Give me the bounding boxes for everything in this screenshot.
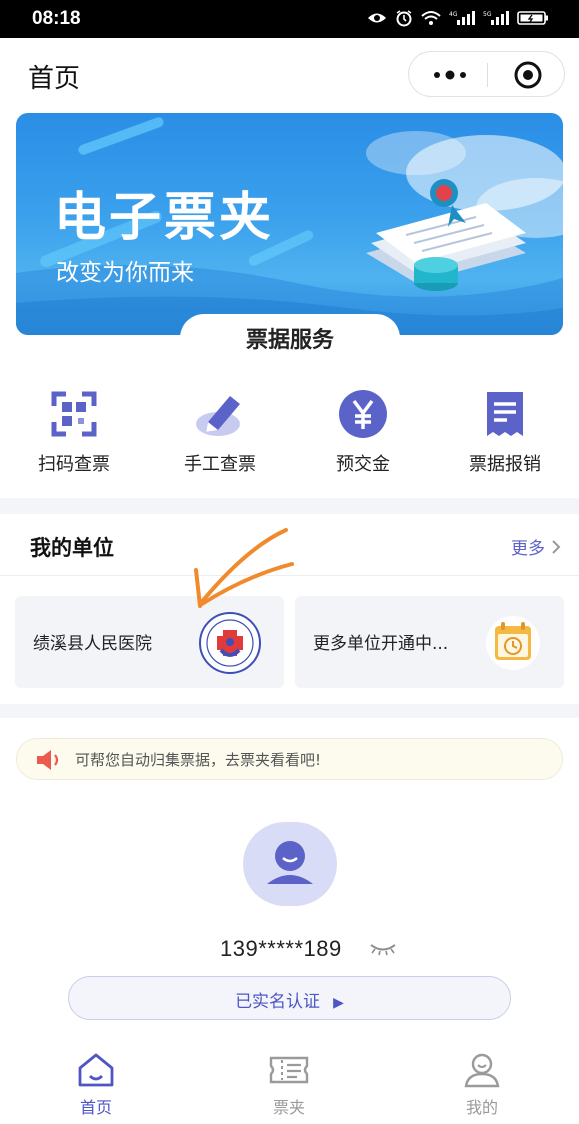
signal-5g-icon: 5G — [483, 11, 509, 25]
eye-icon — [368, 13, 386, 23]
status-time: 08:18 — [32, 8, 81, 29]
notice-text: 可帮您自动归集票据，去票夹看看吧! — [75, 751, 322, 769]
wifi-icon — [421, 11, 441, 25]
battery-icon — [517, 11, 548, 25]
notice-bar[interactable]: 可帮您自动归集票据，去票夹看看吧! — [16, 738, 563, 780]
services-grid: 扫码查票 手工查票 预交金 票据报销 — [0, 380, 579, 490]
miniprogram-capsule — [408, 51, 565, 97]
chevron-right-icon — [552, 539, 561, 554]
service-manual-label: 手工查票 — [184, 454, 256, 475]
avatar[interactable] — [243, 822, 337, 906]
more-units-link[interactable]: 更多 — [511, 534, 561, 559]
banner[interactable]: 电子票夹 改变为你而来 — [16, 113, 563, 335]
tab-mine-label: 我的 — [465, 1098, 498, 1117]
signal-4g-icon: 4G — [449, 11, 475, 25]
tab-mine[interactable]: 我的 — [432, 1052, 532, 1118]
more-dots-icon[interactable] — [427, 60, 473, 90]
yen-icon — [339, 390, 387, 438]
services-heading-tab: 票据服务 — [180, 314, 400, 360]
service-reimburse[interactable]: 票据报销 — [440, 380, 570, 476]
unit-name-more: 更多单位开通中... — [313, 634, 449, 654]
pen-icon — [196, 396, 240, 436]
verify-button[interactable]: 已实名认证 ▶ — [68, 976, 511, 1020]
section-divider — [0, 498, 579, 514]
bottom-tabbar: 首页 票夹 我的 — [0, 1040, 579, 1124]
service-deposit[interactable]: 预交金 — [298, 380, 428, 476]
target-close-icon[interactable] — [505, 59, 551, 91]
alarm-icon — [396, 10, 412, 27]
user-icon — [464, 1053, 500, 1088]
status-icons: 4G 5G — [367, 9, 549, 27]
play-arrow-icon: ▶ — [333, 995, 344, 1011]
svg-text:5G: 5G — [483, 11, 492, 18]
tab-ticket-folder[interactable]: 票夹 — [239, 1052, 339, 1118]
phone-number: 139*****189 — [220, 936, 342, 961]
page-title: 首页 — [28, 64, 81, 94]
tab-home-label: 首页 — [79, 1098, 112, 1117]
unit-card-more[interactable]: 更多单位开通中... — [295, 596, 564, 688]
service-reimburse-label: 票据报销 — [469, 454, 541, 475]
verify-label: 已实名认证 — [235, 992, 321, 1012]
svg-text:4G: 4G — [449, 11, 458, 18]
scan-icon — [51, 391, 97, 437]
my-units-title: 我的单位 — [30, 536, 114, 560]
speaker-icon — [37, 750, 59, 770]
status-bar: 08:18 4G 5G — [0, 0, 579, 38]
service-scan-label: 扫码查票 — [38, 454, 110, 475]
receipt-icon — [487, 392, 523, 436]
user-avatar-icon — [267, 841, 313, 884]
services-heading: 票据服务 — [245, 328, 334, 353]
service-deposit-label: 预交金 — [336, 454, 390, 475]
capsule-divider — [487, 63, 488, 87]
annotation-arrow — [194, 528, 294, 608]
section-divider-2 — [0, 704, 579, 718]
tab-home[interactable]: 首页 — [46, 1052, 146, 1118]
tab-ticket-label: 票夹 — [272, 1098, 305, 1117]
service-scan[interactable]: 扫码查票 — [9, 380, 139, 476]
service-manual[interactable]: 手工查票 — [155, 380, 285, 476]
hospital-logo — [199, 612, 261, 674]
eye-closed-icon[interactable] — [369, 942, 397, 956]
banner-subtitle: 改变为你而来 — [56, 260, 194, 286]
ticket-icon — [269, 1056, 309, 1084]
more-units-label: 更多 — [511, 539, 545, 559]
unit-name: 绩溪县人民医院 — [33, 634, 152, 654]
calendar-icon — [486, 616, 540, 670]
home-icon — [78, 1053, 114, 1087]
page-header: 首页 — [0, 38, 579, 110]
banner-title: 电子票夹 — [54, 188, 275, 248]
